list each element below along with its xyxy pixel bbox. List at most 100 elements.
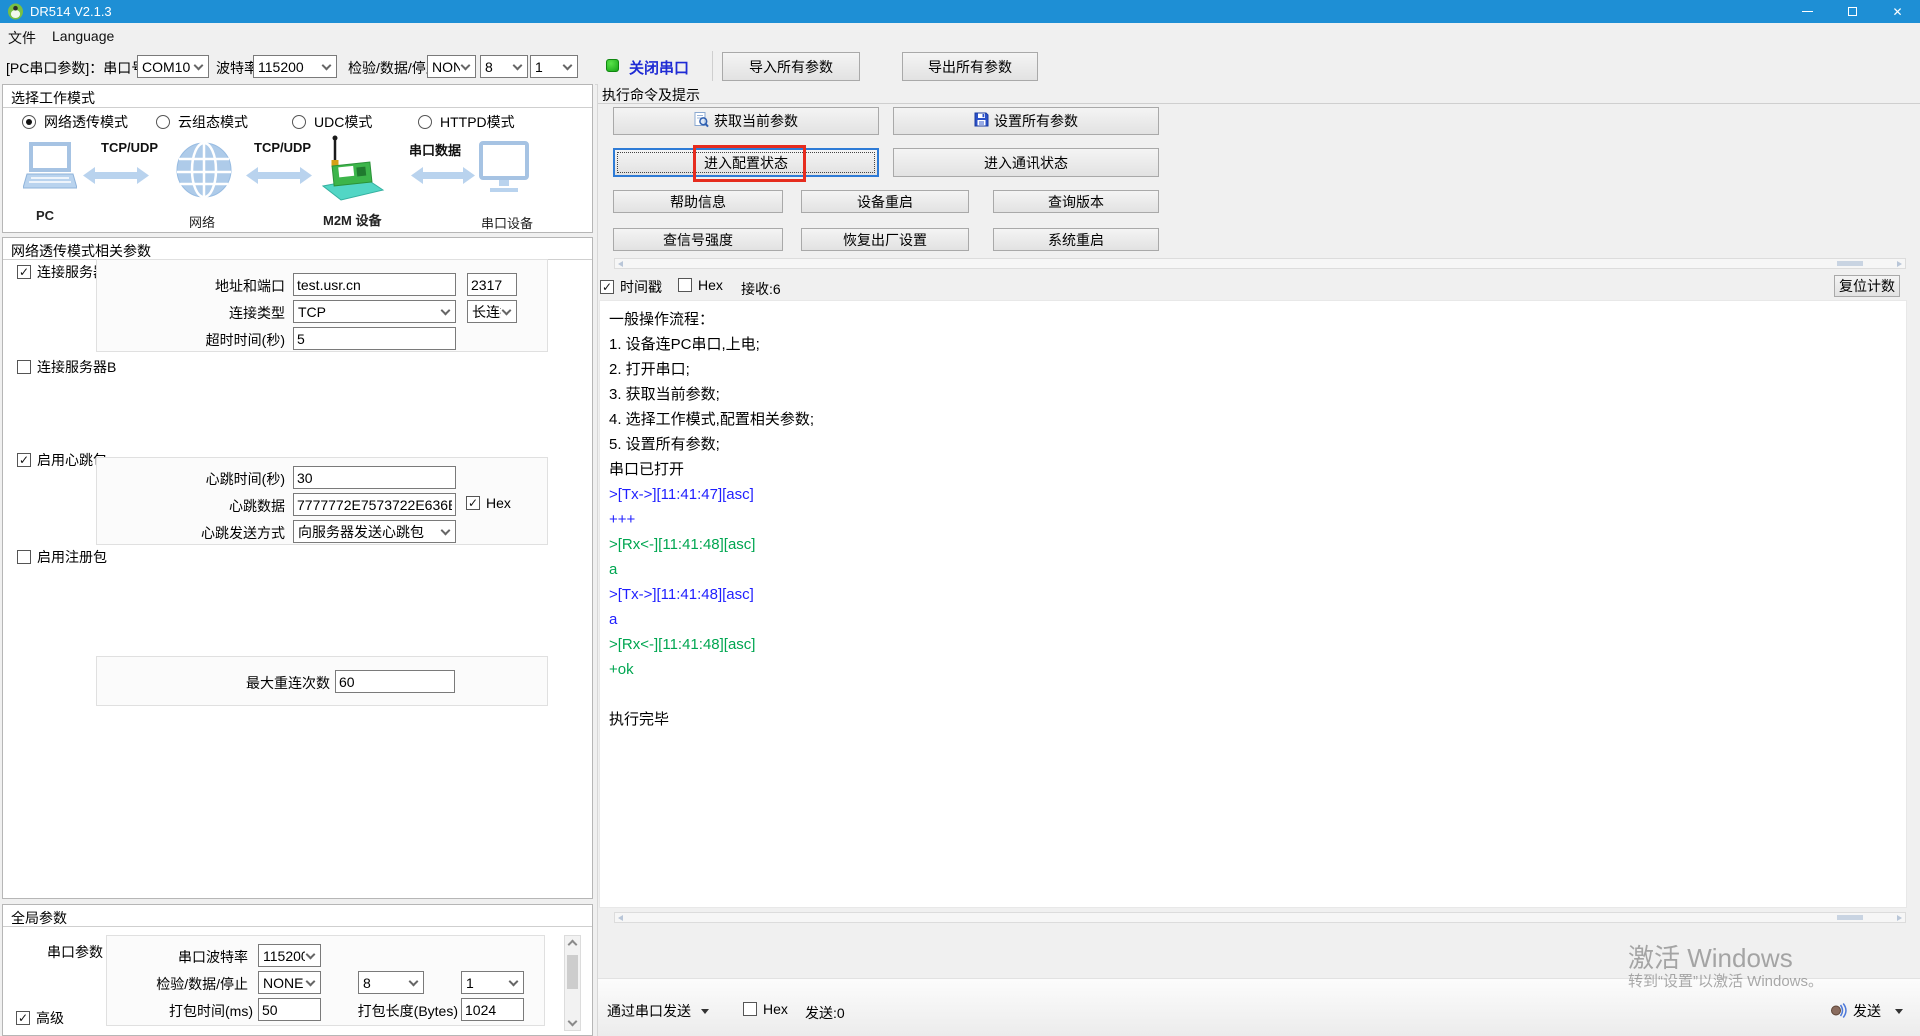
set-params-button[interactable]: 设置所有参数 xyxy=(893,107,1159,135)
timeout-input[interactable] xyxy=(293,327,456,350)
scrollbar-thumb[interactable] xyxy=(1837,261,1863,266)
chevron-down-icon xyxy=(461,60,471,70)
global-stopbits-select[interactable]: 1 xyxy=(461,971,524,994)
maximize-icon xyxy=(1848,7,1857,16)
maximize-button[interactable] xyxy=(1830,0,1875,23)
baud-select[interactable]: 115200 xyxy=(253,55,337,78)
send-via-serial-button[interactable]: 通过串口发送 xyxy=(607,1001,709,1021)
reset-count-button[interactable]: 复位计数 xyxy=(1834,275,1900,297)
menu-item-language[interactable]: Language xyxy=(48,28,118,44)
pack-len-input[interactable] xyxy=(461,998,524,1021)
close-icon: ✕ xyxy=(1892,6,1902,18)
system-reboot-button[interactable]: 系统重启 xyxy=(993,228,1159,251)
timestamp-checkbox[interactable]: 时间戳 xyxy=(600,277,662,297)
close-button[interactable]: ✕ xyxy=(1875,0,1920,23)
addr-label: 地址和端口 xyxy=(107,276,285,296)
export-params-button[interactable]: 导出所有参数 xyxy=(902,52,1038,81)
serial-device-label: 串口设备 xyxy=(481,213,533,232)
chevron-down-icon xyxy=(306,949,316,959)
server-addr-input[interactable] xyxy=(293,273,456,296)
log-line: >[Tx->][11:41:48][asc] xyxy=(600,582,1906,607)
floppy-disk-icon xyxy=(974,112,989,130)
heartbeat-checkbox[interactable]: 启用心跳包 xyxy=(17,450,107,470)
menu-bar: 文件 Language xyxy=(0,23,1920,48)
scroll-right-icon xyxy=(1897,261,1902,267)
log-hex-checkbox[interactable]: Hex xyxy=(678,277,723,293)
arrow-icon xyxy=(411,167,475,189)
factory-reset-button[interactable]: 恢复出厂设置 xyxy=(801,228,969,251)
import-params-button[interactable]: 导入所有参数 xyxy=(722,52,860,81)
net-params-caption: 网络透传模式相关参数 xyxy=(11,241,151,261)
chevron-down-icon xyxy=(322,60,332,70)
register-checkbox[interactable]: 启用注册包 xyxy=(17,547,107,567)
log-output[interactable]: 一般操作流程： 1. 设备连PC串口,上电; 2. 打开串口; 3. 获取当前参… xyxy=(599,300,1907,908)
log-line: >[Rx<-][11:41:48][asc] xyxy=(600,632,1906,657)
pack-len-label: 打包长度(Bytes) xyxy=(307,1001,458,1021)
checkbox-icon xyxy=(17,453,31,467)
menu-item-file[interactable]: 文件 xyxy=(4,28,40,48)
minimize-button[interactable] xyxy=(1785,0,1830,23)
conn-type-select[interactable]: TCP xyxy=(293,300,456,323)
title-bar: DR514 V2.1.3 ✕ xyxy=(0,0,1920,23)
minimize-icon xyxy=(1802,11,1813,12)
query-version-button[interactable]: 查询版本 xyxy=(993,190,1159,213)
enter-comm-button[interactable]: 进入通讯状态 xyxy=(893,148,1159,177)
divider xyxy=(3,926,592,927)
send-button[interactable]: 发送 xyxy=(1830,1001,1903,1021)
parity-select[interactable]: NONI xyxy=(427,55,476,78)
server-b-checkbox[interactable]: 连接服务器B xyxy=(17,357,116,377)
radio-icon xyxy=(156,115,170,129)
server-port-input[interactable] xyxy=(467,273,517,296)
baud-label: 波特率 xyxy=(216,58,258,78)
dropdown-caret-icon xyxy=(701,1009,709,1014)
databits-select[interactable]: 8 xyxy=(480,55,528,78)
log-top-scrollbar[interactable] xyxy=(614,258,1906,269)
global-baud-label: 串口波特率 xyxy=(112,947,248,967)
serial-params-label: 串口参数 xyxy=(33,942,103,962)
global-baud-select[interactable]: 115200 xyxy=(258,944,321,967)
help-button[interactable]: 帮助信息 xyxy=(613,190,783,213)
mode-radio-cloud[interactable]: 云组态模式 xyxy=(156,112,248,132)
global-databits-select[interactable]: 8 xyxy=(358,971,424,994)
net-params-group: 网络透传模式相关参数 连接服务器A 地址和端口 连接类型 TCP 长连接 超时时… xyxy=(2,237,593,899)
left-panel: 选择工作模式 网络透传模式 云组态模式 UDC模式 HTTPD模式 TCP/UD… xyxy=(0,84,595,1036)
log-line: 3. 获取当前参数; xyxy=(600,382,1906,407)
log-line xyxy=(600,682,1906,707)
device-reboot-button[interactable]: 设备重启 xyxy=(801,190,969,213)
send-hex-checkbox[interactable]: Hex xyxy=(743,1001,788,1017)
network-label: 网络 xyxy=(189,212,215,231)
checkbox-icon xyxy=(600,280,614,294)
checkbox-icon xyxy=(16,1011,30,1025)
checkbox-icon xyxy=(466,496,480,510)
mode-radio-httpd[interactable]: HTTPD模式 xyxy=(418,112,515,132)
doc-search-icon xyxy=(694,112,709,131)
advanced-checkbox[interactable]: 高级 xyxy=(16,1008,64,1028)
stopbits-select[interactable]: 1 xyxy=(530,55,578,78)
global-parity-select[interactable]: NONE xyxy=(258,971,321,994)
query-signal-button[interactable]: 查信号强度 xyxy=(613,228,783,251)
hb-time-input[interactable] xyxy=(293,466,456,489)
mode-radio-network-transparent[interactable]: 网络透传模式 xyxy=(22,112,128,132)
network-globe-icon xyxy=(175,141,233,204)
hb-hex-checkbox[interactable]: Hex xyxy=(466,495,511,511)
reconnect-input[interactable] xyxy=(335,670,455,693)
mode-radio-udc[interactable]: UDC模式 xyxy=(292,112,372,132)
app-icon xyxy=(7,3,24,25)
hb-mode-select[interactable]: 向服务器发送心跳包 xyxy=(293,520,456,543)
left-vertical-scrollbar[interactable] xyxy=(564,935,581,1031)
keepalive-select[interactable]: 长连接 xyxy=(467,300,517,323)
sent-count-label: 发送:0 xyxy=(805,1003,845,1023)
scrollbar-thumb[interactable] xyxy=(1837,915,1863,920)
close-port-button[interactable]: 关闭串口 xyxy=(629,57,689,78)
checkbox-icon xyxy=(17,265,31,279)
scrollbar-thumb[interactable] xyxy=(567,955,578,989)
get-params-button[interactable]: 获取当前参数 xyxy=(613,107,879,135)
hb-data-input[interactable] xyxy=(293,493,456,516)
log-line: >[Tx->][11:41:47][asc] xyxy=(600,482,1906,507)
work-mode-group: 选择工作模式 网络透传模式 云组态模式 UDC模式 HTTPD模式 TCP/UD… xyxy=(2,84,593,233)
cmd-caption: 执行命令及提示 xyxy=(602,85,700,105)
port-select[interactable]: COM10 xyxy=(137,55,209,78)
link-label-tcp2: TCP/UDP xyxy=(254,140,311,155)
log-bottom-scrollbar[interactable] xyxy=(614,912,1906,923)
windows-activation-watermark-sub: 转到“设置”以激活 Windows。 xyxy=(1628,970,1823,991)
